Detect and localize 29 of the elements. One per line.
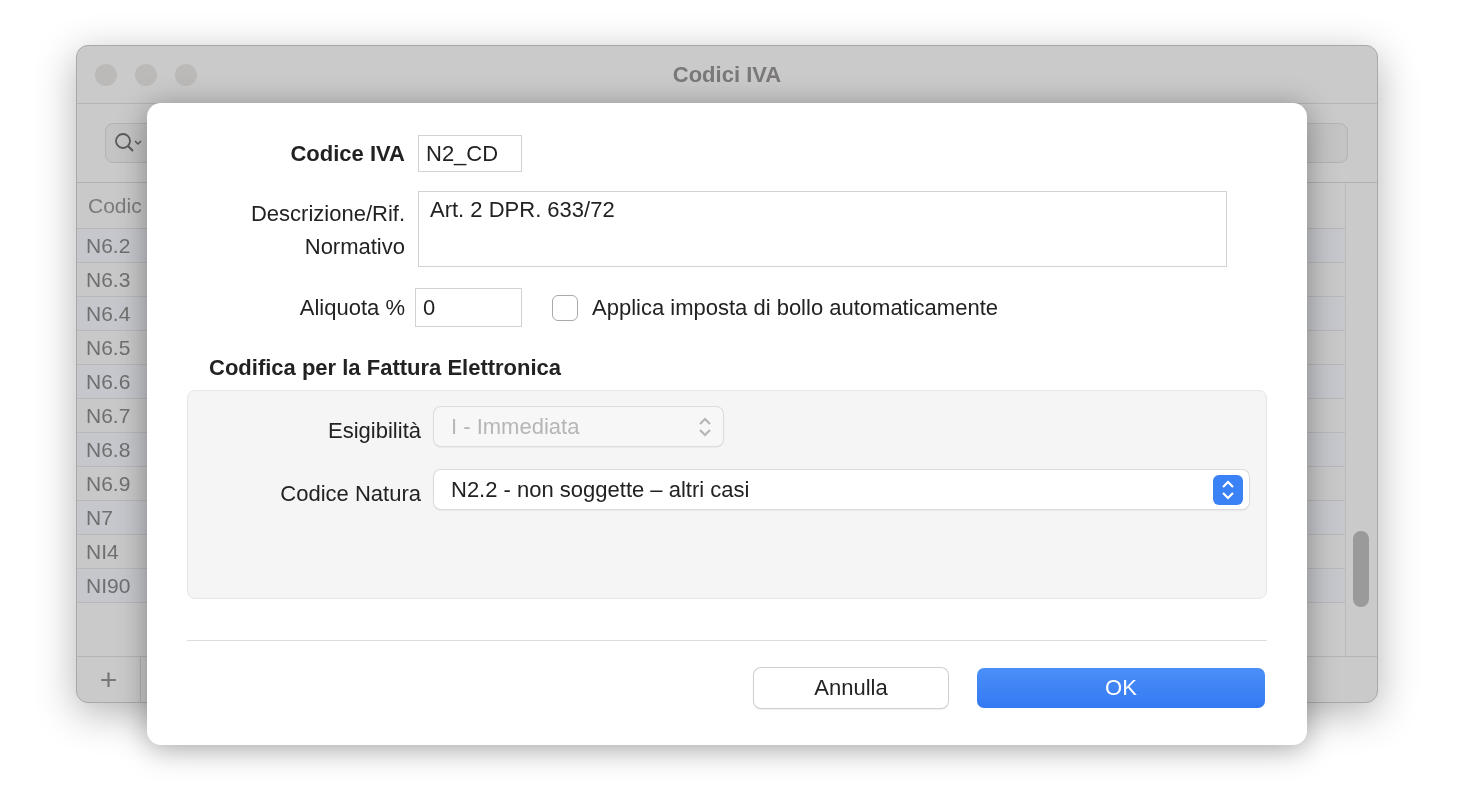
table-cell: N6.9 xyxy=(86,471,131,496)
field-label: Esigibilità xyxy=(327,417,421,444)
checkbox-label[interactable]: Applica imposta di bollo automaticamente xyxy=(592,294,998,321)
field-label: Aliquota % xyxy=(298,294,405,321)
stepper-icon xyxy=(1213,474,1243,505)
table-cell: N6.6 xyxy=(86,369,131,394)
input-field[interactable]: N2_CD xyxy=(418,135,522,172)
table-cell: N6.4 xyxy=(86,301,131,326)
field-label: Codice IVA xyxy=(289,140,405,167)
field-label: Descrizione/Rif. Normativo xyxy=(249,200,405,261)
table-cell: N6.3 xyxy=(86,267,131,292)
table-cell: N7 xyxy=(86,505,113,530)
search-icon xyxy=(114,132,144,154)
section-heading: Codifica per la Fattura Elettronica xyxy=(209,355,563,381)
popup-button[interactable]: N2.2 - non soggette – altri casi xyxy=(434,470,1249,509)
table-cell: N6.5 xyxy=(86,335,131,360)
window-title: Codici IVA xyxy=(672,62,782,88)
table-cell: N6.2 xyxy=(86,233,131,258)
text-area[interactable]: Art. 2 DPR. 633/72 xyxy=(418,191,1227,267)
table-cell: N6.7 xyxy=(86,403,131,428)
cancel-button[interactable]: Annulla xyxy=(754,668,948,708)
table-cell: NI90 xyxy=(86,573,131,598)
checkbox[interactable] xyxy=(552,294,578,321)
scrollbar-thumb[interactable] xyxy=(1353,531,1370,607)
ok-button[interactable]: OK xyxy=(977,668,1265,708)
table-cell: NI4 xyxy=(86,539,119,564)
input-field[interactable]: 0 xyxy=(415,288,522,327)
field-label: Codice Natura xyxy=(279,480,421,507)
table-cell: N6.8 xyxy=(86,437,131,462)
